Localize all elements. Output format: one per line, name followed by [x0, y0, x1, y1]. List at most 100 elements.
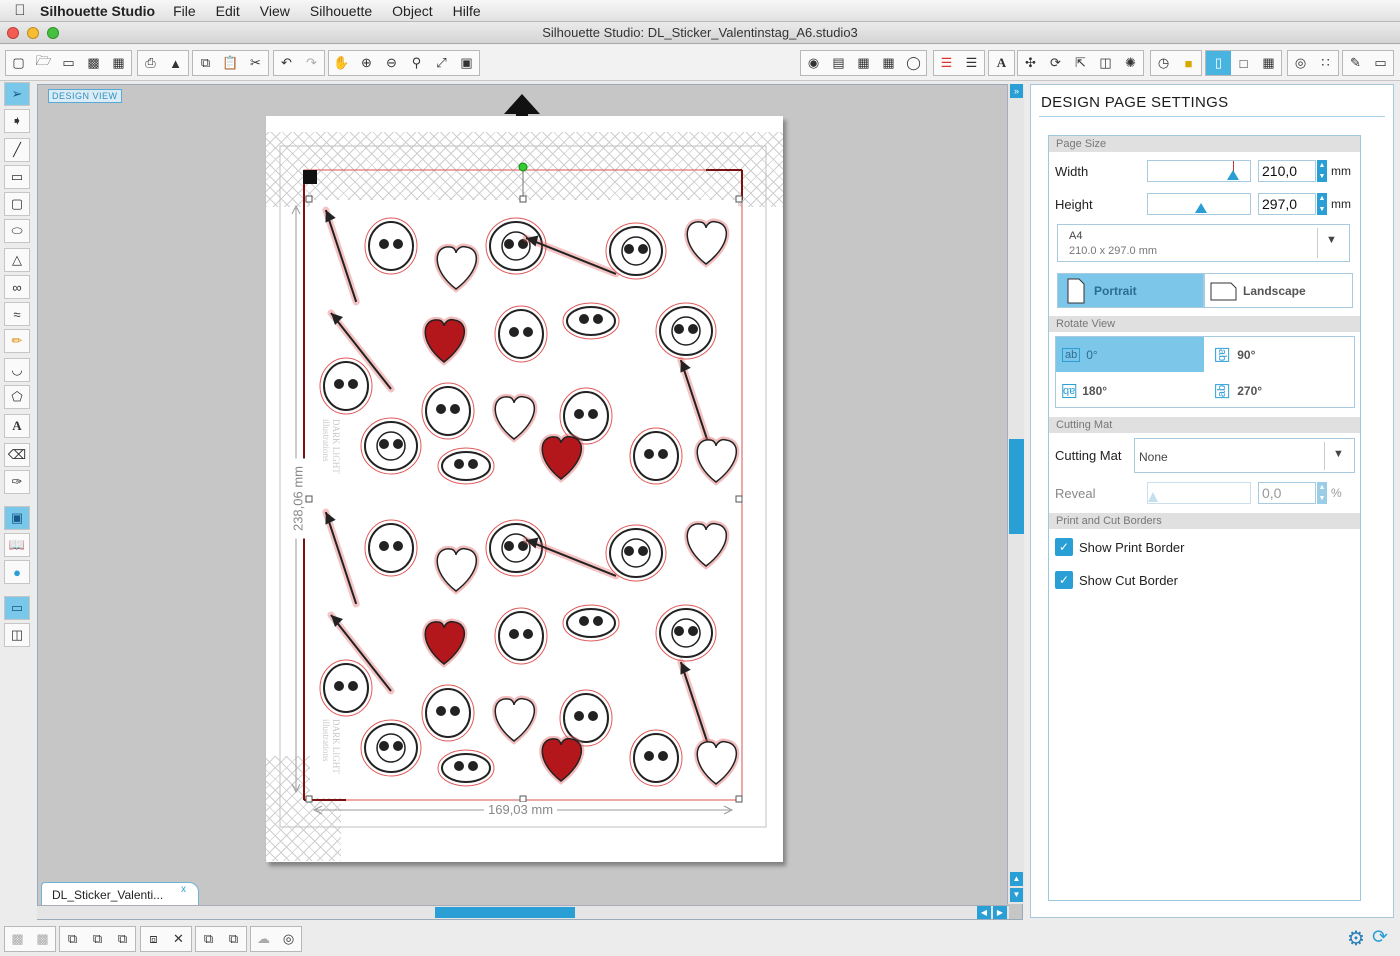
replicate-icon[interactable]: ✺ — [1118, 51, 1143, 75]
print-icon[interactable]: ⎙ — [138, 51, 163, 75]
line-color-lines-icon[interactable]: ☰ — [934, 51, 959, 75]
line-tool-icon[interactable]: ╱ — [4, 138, 30, 162]
drag-zoom-icon[interactable]: ⤢ — [429, 51, 454, 75]
scroll-left-arrow-icon[interactable]: ◀ — [977, 906, 991, 919]
paste-icon[interactable]: 📋 — [218, 51, 243, 75]
curve-tool-icon[interactable]: ∞ — [4, 275, 30, 299]
send-to-cutter-icon[interactable]: ▲ — [163, 51, 188, 75]
group-icon[interactable]: ▩ — [5, 927, 30, 951]
rectangle-tool-icon[interactable]: ▭ — [4, 165, 30, 189]
pan-hand-icon[interactable]: ✋ — [329, 51, 354, 75]
rotate-180-button[interactable]: ab 180° — [1056, 373, 1204, 408]
landscape-button[interactable]: Landscape — [1204, 273, 1353, 308]
rounded-rectangle-tool-icon[interactable]: ▢ — [4, 192, 30, 216]
design-canvas[interactable]: DESIGN VIEW 238,06 mm 169,03 mm DARK LIG… — [37, 84, 1023, 920]
zoom-out-icon[interactable]: ⊖ — [379, 51, 404, 75]
polygon-tool-icon[interactable]: △ — [4, 248, 30, 272]
vertical-scroll-thumb[interactable] — [1009, 439, 1024, 534]
cut-scissors-icon[interactable]: ✂ — [243, 51, 268, 75]
page-settings-icon[interactable]: ▯ — [1206, 51, 1231, 75]
open-folder-icon[interactable]: 🗁 — [31, 51, 56, 75]
arc-tool-icon[interactable]: ◡ — [4, 358, 30, 382]
line-color-icon[interactable]: ▦ — [876, 51, 901, 75]
document-tab[interactable]: DL_Sticker_Valenti... x — [41, 882, 199, 906]
regular-polygon-tool-icon[interactable]: ⬠ — [4, 385, 30, 409]
duplicate-icon[interactable]: ⧉ — [110, 927, 135, 951]
width-input[interactable]: 210,0 — [1258, 160, 1316, 182]
rotate-0-button[interactable]: ab 0° — [1056, 337, 1204, 372]
collapse-panel-icon[interactable]: » — [1010, 84, 1023, 98]
gradient-icon[interactable]: ▤ — [826, 51, 851, 75]
send-to-back-icon[interactable]: ⧉ — [221, 927, 246, 951]
make-compound-icon[interactable]: ⧉ — [60, 927, 85, 951]
minimize-window-button[interactable] — [27, 27, 39, 39]
show-print-border-checkbox[interactable]: ✓ — [1055, 538, 1073, 556]
eraser-tool-icon[interactable]: ⌫ — [4, 443, 30, 467]
height-stepper[interactable]: ▲ ▼ — [1317, 193, 1327, 215]
rotate-icon[interactable]: ⟳ — [1043, 51, 1068, 75]
undo-icon[interactable]: ↶ — [274, 51, 299, 75]
weld-icon[interactable]: ⧈ — [141, 927, 166, 951]
select-arrow-icon[interactable]: ➢ — [4, 82, 30, 106]
fill-pattern-icon[interactable]: ▦ — [851, 51, 876, 75]
grid-settings-icon[interactable]: ▦ — [1256, 51, 1281, 75]
pencil-tool-icon[interactable]: ✏ — [4, 329, 30, 353]
vertical-scrollbar[interactable]: » ▲ ▼ — [1007, 84, 1024, 904]
move-icon[interactable]: ◫ — [1093, 51, 1118, 75]
width-slider[interactable] — [1147, 160, 1251, 182]
spiral-offset-icon[interactable]: ◎ — [276, 927, 301, 951]
line-style-lines-icon[interactable]: ☰ — [959, 51, 984, 75]
close-window-button[interactable] — [7, 27, 19, 39]
portrait-button[interactable]: Portrait — [1057, 273, 1204, 308]
offset-icon[interactable]: ◎ — [1288, 51, 1313, 75]
library-view-icon[interactable]: 📖 — [4, 533, 30, 557]
edit-points-icon[interactable]: ➧ — [4, 109, 30, 133]
library-store-icon[interactable]: ◷ — [1151, 51, 1176, 75]
menu-help[interactable]: Hilfe — [453, 3, 481, 19]
single-pane-view-icon[interactable]: ▭ — [4, 596, 30, 620]
design-view-icon[interactable]: ▣ — [4, 506, 30, 530]
ellipse-tool-icon[interactable]: ⬭ — [4, 219, 30, 243]
scroll-up-arrow-icon[interactable]: ▲ — [1010, 872, 1023, 886]
page-size-preset-dropdown[interactable]: A4 210.0 x 297.0 mm ▼ — [1057, 224, 1350, 262]
text-tool-icon[interactable]: A — [4, 414, 30, 438]
send-icon[interactable]: ▭ — [1368, 51, 1393, 75]
copy-icon[interactable]: ⧉ — [193, 51, 218, 75]
reveal-stepper[interactable]: ▲ ▼ — [1317, 482, 1327, 504]
reveal-slider[interactable] — [1147, 482, 1251, 504]
fit-to-page-icon[interactable]: ▣ — [454, 51, 479, 75]
release-compound-icon[interactable]: ⧉ — [85, 927, 110, 951]
menu-view[interactable]: View — [260, 3, 290, 19]
library-icon[interactable]: ▭ — [56, 51, 81, 75]
settings-gear-icon[interactable]: ⚙ — [1347, 926, 1365, 951]
new-document-icon[interactable]: ▢ — [6, 51, 31, 75]
trace-icon[interactable]: ∷ — [1313, 51, 1338, 75]
fill-color-icon[interactable]: ◉ — [801, 51, 826, 75]
save-to-library-icon[interactable]: ▦ — [106, 51, 131, 75]
apple-logo-icon[interactable]:  — [0, 2, 40, 19]
online-store-icon[interactable]: ● — [4, 560, 30, 584]
menu-object[interactable]: Object — [392, 3, 432, 19]
reveal-input[interactable]: 0,0 — [1258, 482, 1316, 504]
cutting-mat-dropdown[interactable]: None ▼ — [1134, 438, 1355, 473]
width-stepper[interactable]: ▲ ▼ — [1317, 160, 1327, 182]
horizontal-scrollbar[interactable]: ◀ ▶ — [37, 905, 1009, 919]
app-menu[interactable]: Silhouette Studio — [40, 3, 155, 19]
height-slider[interactable] — [1147, 193, 1251, 215]
design-page[interactable]: 238,06 mm 169,03 mm DARK LIGHT illustrat… — [266, 116, 783, 862]
menu-file[interactable]: File — [173, 3, 196, 19]
redo-icon[interactable]: ↷ — [299, 51, 324, 75]
rotate-90-button[interactable]: ab 90° — [1209, 337, 1353, 372]
document-tab-close-icon[interactable]: x — [181, 878, 186, 902]
zoom-in-icon[interactable]: ⊕ — [354, 51, 379, 75]
freehand-tool-icon[interactable]: ≈ — [4, 302, 30, 326]
zoom-select-icon[interactable]: ⚲ — [404, 51, 429, 75]
scroll-down-arrow-icon[interactable]: ▼ — [1010, 888, 1023, 902]
show-cut-border-checkbox[interactable]: ✓ — [1055, 571, 1073, 589]
menu-edit[interactable]: Edit — [216, 3, 240, 19]
text-style-icon[interactable]: A — [989, 51, 1014, 75]
zoom-window-button[interactable] — [47, 27, 59, 39]
bring-to-front-icon[interactable]: ⧉ — [196, 927, 221, 951]
save-icon[interactable]: ▩ — [81, 51, 106, 75]
menu-silhouette[interactable]: Silhouette — [310, 3, 372, 19]
